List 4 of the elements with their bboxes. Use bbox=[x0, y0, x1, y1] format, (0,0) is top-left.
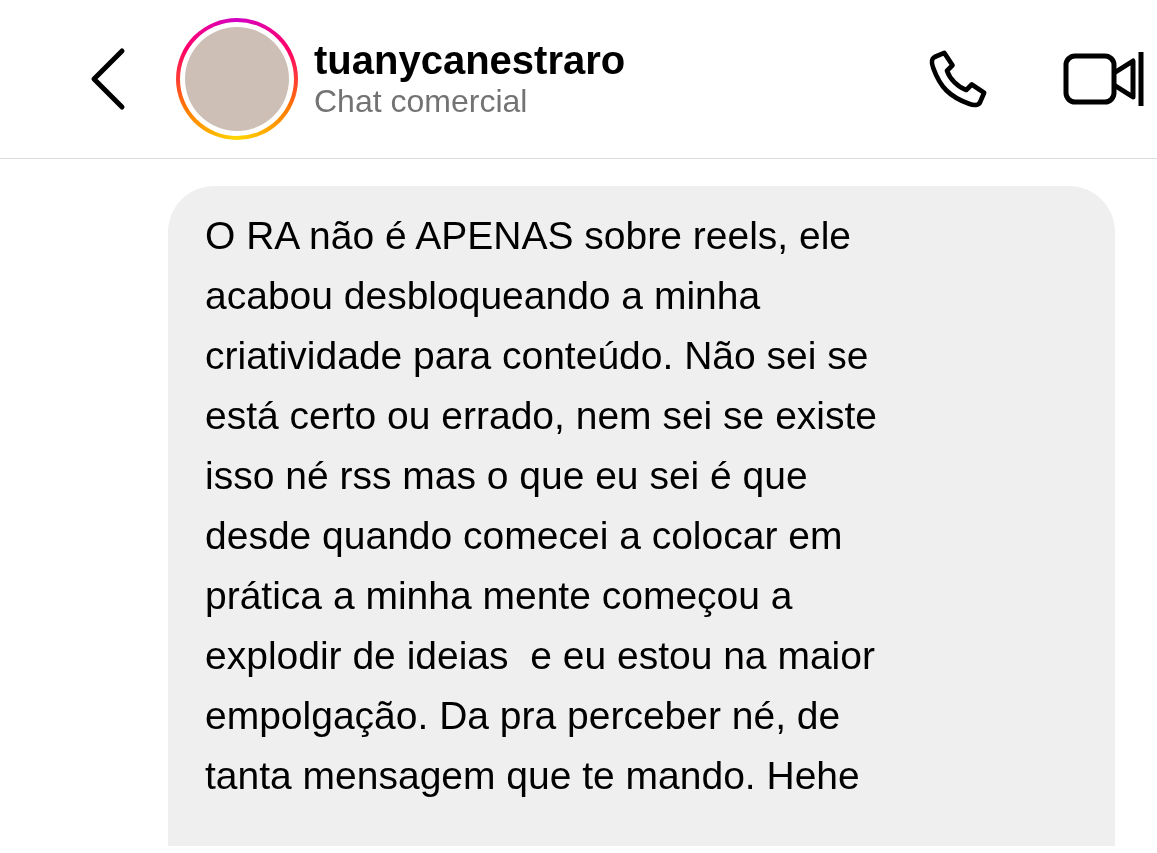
message-text: O RA não é APENAS sobre reels, ele acabou desbloqueando a minha criatividade para conteúdo. Não sei se está certo ou errado, nem sei se existe isso né rss mas o que eu sei é que desde quando comecei a colocar em prática a minha mente começou a explodir de ideias e eu estou na maior empolgação. Da pra perceber né, de tanta mensagem que te mando. Hehe bbox=[205, 213, 878, 799]
username[interactable]: tuanycanestraro bbox=[314, 37, 925, 82]
chat-subtitle: Chat comercial bbox=[314, 82, 529, 121]
video-camera-icon[interactable] bbox=[1063, 51, 1137, 107]
